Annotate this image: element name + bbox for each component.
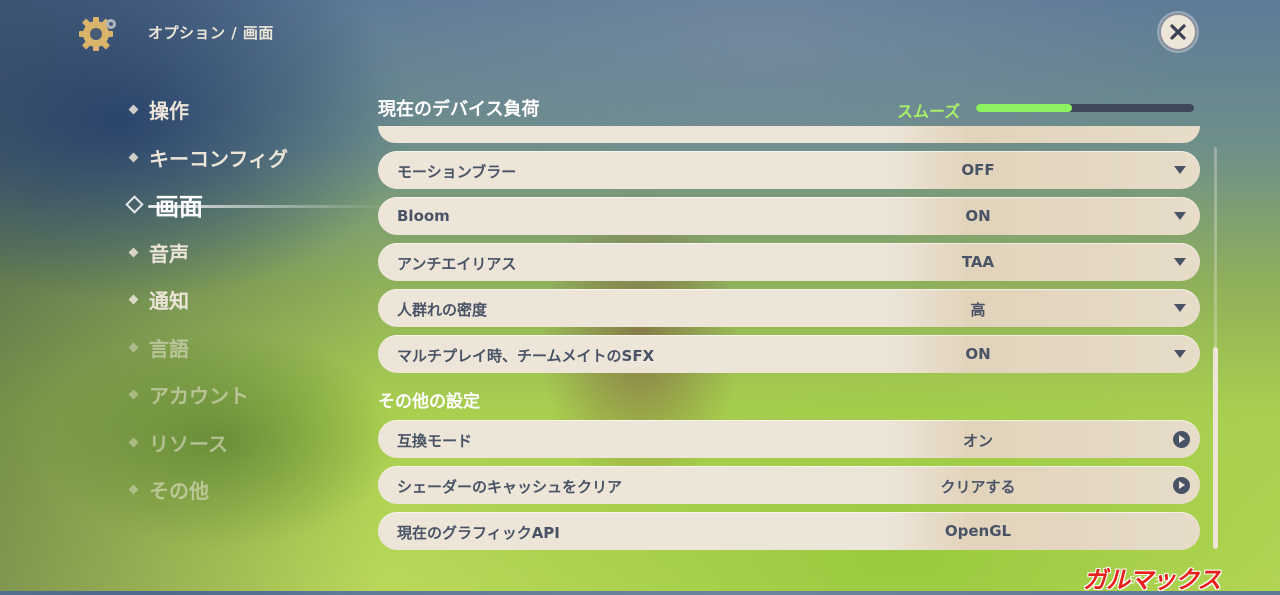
watermark-logo: ガルマックス xyxy=(1083,566,1221,594)
setting-value: 高 xyxy=(970,301,986,319)
arrow-right-icon[interactable] xyxy=(1173,477,1190,494)
device-load-title: 現在のデバイス負荷 xyxy=(378,99,540,120)
setting-label: アンチエイリアス xyxy=(397,255,517,273)
sidebar-item-account[interactable]: アカウント xyxy=(128,371,288,419)
scrollbar-thumb[interactable] xyxy=(1213,347,1218,549)
dropdown-arrow-icon[interactable] xyxy=(1174,350,1186,358)
sidebar-item-key-config[interactable]: キーコンフィグ xyxy=(128,134,288,182)
sidebar-item-other[interactable]: その他 xyxy=(128,466,288,514)
setting-label: 人群れの密度 xyxy=(397,301,488,319)
dropdown-arrow-icon[interactable] xyxy=(1174,166,1186,174)
sidebar-item-controls[interactable]: 操作 xyxy=(128,86,288,134)
setting-value: OpenGL xyxy=(944,522,1012,540)
setting-value: クリアする xyxy=(940,478,1016,496)
setting-value: ON xyxy=(965,345,991,363)
dropdown-arrow-icon[interactable] xyxy=(1174,304,1186,312)
setting-row-anti-aliasing[interactable]: アンチエイリアス TAA xyxy=(378,243,1200,281)
sidebar-item-label: アカウント xyxy=(149,384,249,409)
sidebar-item-language[interactable]: 言語 xyxy=(128,324,288,372)
setting-row-motion-blur[interactable]: モーションブラー OFF xyxy=(378,151,1200,189)
setting-label: 互換モード xyxy=(397,432,473,450)
arrow-right-icon[interactable] xyxy=(1173,431,1190,448)
setting-row-graphics-api: 現在のグラフィックAPI OpenGL xyxy=(378,512,1200,550)
diamond-bullet-icon xyxy=(128,294,139,305)
sidebar-item-label: 操作 xyxy=(149,99,189,124)
diamond-bullet-icon xyxy=(128,484,139,495)
sidebar-item-graphics[interactable]: 画面 xyxy=(125,181,388,229)
breadcrumb: オプション / 画面 xyxy=(148,24,274,42)
sidebar-item-resources[interactable]: リソース xyxy=(128,419,288,467)
setting-label: 現在のグラフィックAPI xyxy=(397,524,560,542)
setting-label: モーションブラー xyxy=(397,163,517,181)
setting-row-bloom[interactable]: Bloom ON xyxy=(378,197,1200,235)
diamond-bullet-icon xyxy=(125,195,144,214)
diamond-bullet-icon xyxy=(128,437,139,448)
setting-label: Bloom xyxy=(397,207,450,225)
setting-label: シェーダーのキャッシュをクリア xyxy=(397,478,623,496)
diamond-bullet-icon xyxy=(128,104,139,115)
sidebar-item-label: 言語 xyxy=(149,336,189,361)
setting-row-crowd-density[interactable]: 人群れの密度 高 xyxy=(378,289,1200,327)
diamond-bullet-icon xyxy=(128,342,139,353)
diamond-bullet-icon xyxy=(128,247,139,258)
device-load-bar xyxy=(976,104,1194,112)
device-load-fill xyxy=(976,104,1072,112)
dropdown-arrow-icon[interactable] xyxy=(1174,258,1186,266)
sidebar-item-label: 音声 xyxy=(149,241,189,266)
partial-setting-row xyxy=(378,126,1200,143)
device-load-status: スムーズ xyxy=(897,102,961,121)
setting-value: TAA xyxy=(961,253,995,271)
dropdown-arrow-icon[interactable] xyxy=(1174,212,1186,220)
close-button[interactable] xyxy=(1159,13,1197,51)
setting-row-compatibility-mode[interactable]: 互換モード オン xyxy=(378,420,1200,458)
sidebar-item-audio[interactable]: 音声 xyxy=(128,229,288,277)
sidebar-nav: 操作 キーコンフィグ 画面 音声 通知 言語 アカウント リソース その他 xyxy=(125,86,388,514)
sidebar-item-notifications[interactable]: 通知 xyxy=(128,276,288,324)
diamond-bullet-icon xyxy=(128,389,139,400)
section-title-other-settings: その他の設定 xyxy=(378,392,480,412)
diamond-bullet-icon xyxy=(128,152,139,163)
sidebar-item-label: その他 xyxy=(149,479,209,504)
close-icon xyxy=(1170,24,1186,40)
setting-row-coop-sfx[interactable]: マルチプレイ時、チームメイトのSFX ON xyxy=(378,335,1200,373)
sidebar-item-label: 通知 xyxy=(149,289,189,314)
setting-row-clear-shader-cache[interactable]: シェーダーのキャッシュをクリア クリアする xyxy=(378,466,1200,504)
setting-label: マルチプレイ時、チームメイトのSFX xyxy=(397,347,655,365)
sidebar-item-label: キーコンフィグ xyxy=(149,146,288,171)
setting-value: ON xyxy=(965,207,991,225)
setting-value: オン xyxy=(962,432,993,450)
setting-value: OFF xyxy=(961,161,995,179)
sidebar-item-label: リソース xyxy=(149,431,228,456)
sidebar-item-label: 画面 xyxy=(155,193,203,222)
gear-icon xyxy=(78,14,118,54)
